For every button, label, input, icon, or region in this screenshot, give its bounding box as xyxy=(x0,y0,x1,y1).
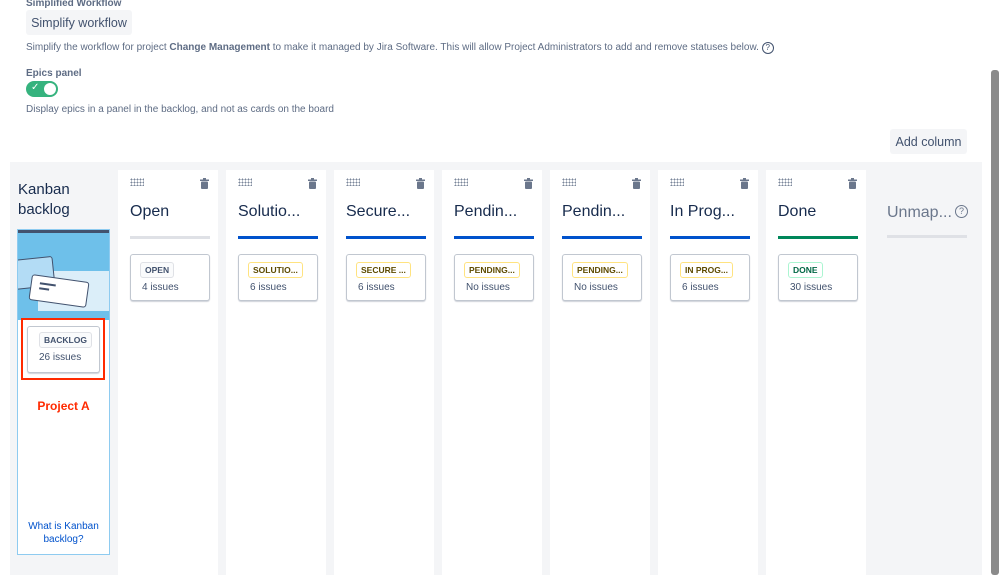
column-status-bar xyxy=(346,236,426,239)
trash-icon[interactable] xyxy=(740,178,749,189)
column-title[interactable]: Pendin... xyxy=(454,203,517,221)
column-status-bar xyxy=(562,236,642,239)
column-title[interactable]: Done xyxy=(778,203,816,221)
desc-text: to make it managed by Jira Software. Thi… xyxy=(269,42,759,53)
help-icon[interactable]: ? xyxy=(761,42,774,54)
status-lozenge: PENDING... xyxy=(464,262,520,278)
status-card[interactable]: OPEN 4 issues xyxy=(130,254,210,301)
simplify-workflow-button[interactable]: Simplify workflow xyxy=(26,10,132,35)
column-status-bar xyxy=(778,236,858,239)
trash-icon[interactable] xyxy=(200,178,209,189)
column-title[interactable]: Open xyxy=(130,203,169,221)
status-lozenge: SECURE ... xyxy=(356,262,411,278)
add-column-button[interactable]: Add column xyxy=(890,129,967,154)
drag-handle-icon[interactable] xyxy=(454,178,468,186)
kanban-backlog-help-link[interactable]: What is Kanban backlog? xyxy=(24,520,103,546)
backlog-illustration xyxy=(18,230,109,320)
board-column[interactable]: Done DONE 30 issues xyxy=(766,170,866,575)
column-status-bar xyxy=(130,236,210,239)
issue-count: 6 issues xyxy=(250,282,287,293)
board-column[interactable]: Open OPEN 4 issues xyxy=(118,170,218,575)
board-column[interactable]: Solutio... SOLUTIO... 6 issues xyxy=(226,170,326,575)
issue-count: 30 issues xyxy=(790,282,833,293)
status-lozenge: SOLUTIO... xyxy=(248,262,303,278)
board-column[interactable]: Secure... SECURE ... 6 issues xyxy=(334,170,434,575)
status-card[interactable]: DONE 30 issues xyxy=(778,254,858,301)
highlight-box: BACKLOG 26 issues xyxy=(21,318,105,380)
status-card[interactable]: SOLUTIO... 6 issues xyxy=(238,254,318,301)
issue-count: 26 issues xyxy=(39,352,82,363)
epics-panel-label: Epics panel xyxy=(26,68,82,79)
column-status-bar xyxy=(238,236,318,239)
trash-icon[interactable] xyxy=(524,178,533,189)
column-title[interactable]: Secure... xyxy=(346,203,410,221)
board-column[interactable]: Pendin... PENDING... No issues xyxy=(442,170,542,575)
project-annotation: Project A xyxy=(37,399,90,413)
desc-text: Simplify the workflow for project xyxy=(26,42,170,53)
column-title[interactable]: Solutio... xyxy=(238,203,300,221)
drag-handle-icon[interactable] xyxy=(562,178,576,186)
scrollbar[interactable] xyxy=(991,70,999,575)
status-card[interactable]: PENDING... No issues xyxy=(562,254,642,301)
status-lozenge: OPEN xyxy=(140,262,175,278)
simplified-description: Simplify the workflow for project Change… xyxy=(26,42,774,54)
issue-count: No issues xyxy=(574,282,618,293)
column-title[interactable]: In Prog... xyxy=(670,203,735,221)
status-lozenge: IN PROG... xyxy=(680,262,733,278)
column-status-bar xyxy=(454,236,534,239)
backlog-panel: BACKLOG 26 issues Project A What is Kanb… xyxy=(17,229,110,555)
unmapped-title: Unmap... xyxy=(887,204,952,221)
column-status-bar xyxy=(670,236,750,239)
drag-handle-icon[interactable] xyxy=(238,178,252,186)
board-column[interactable]: Pendin... PENDING... No issues xyxy=(550,170,650,575)
project-name: Change Management xyxy=(169,42,270,53)
toggle-knob xyxy=(44,83,56,95)
issue-count: 6 issues xyxy=(358,282,395,293)
status-card[interactable]: SECURE ... 6 issues xyxy=(346,254,426,301)
issue-count: 4 issues xyxy=(142,282,179,293)
issue-count: No issues xyxy=(466,282,510,293)
drag-handle-icon[interactable] xyxy=(778,178,792,186)
epics-panel-toggle[interactable]: ✓ xyxy=(26,81,58,97)
issue-count: 6 issues xyxy=(682,282,719,293)
unmapped-bar xyxy=(887,235,967,238)
status-lozenge: DONE xyxy=(788,262,823,278)
backlog-card[interactable]: BACKLOG 26 issues xyxy=(27,326,100,373)
drag-handle-icon[interactable] xyxy=(346,178,360,186)
trash-icon[interactable] xyxy=(848,178,857,189)
status-lozenge: PENDING... xyxy=(572,262,628,278)
trash-icon[interactable] xyxy=(416,178,425,189)
help-icon[interactable]: ? xyxy=(955,205,968,218)
epics-description: Display epics in a panel in the backlog,… xyxy=(26,104,334,115)
status-card[interactable]: IN PROG... 6 issues xyxy=(670,254,750,301)
trash-icon[interactable] xyxy=(632,178,641,189)
status-card[interactable]: PENDING... No issues xyxy=(454,254,534,301)
check-icon: ✓ xyxy=(31,82,40,93)
backlog-title: Kanban backlog xyxy=(18,181,70,218)
drag-handle-icon[interactable] xyxy=(670,178,684,186)
drag-handle-icon[interactable] xyxy=(130,178,144,186)
status-lozenge: BACKLOG xyxy=(39,332,92,348)
trash-icon[interactable] xyxy=(308,178,317,189)
board-column[interactable]: In Prog... IN PROG... 6 issues xyxy=(658,170,758,575)
simplified-workflow-label: Simplified Workflow xyxy=(26,0,122,9)
column-title[interactable]: Pendin... xyxy=(562,203,625,221)
